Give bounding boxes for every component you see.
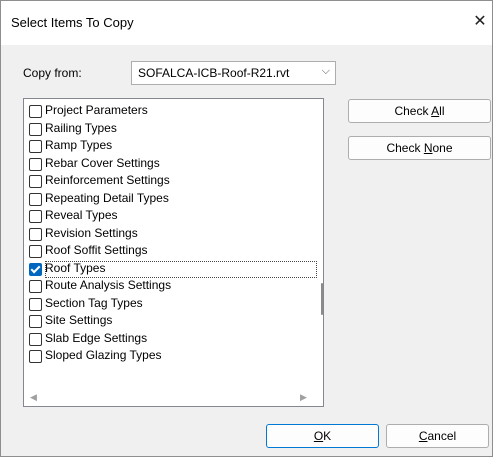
list-item-label: Sloped Glazing Types <box>45 348 162 362</box>
list-item-label: Repeating Detail Types <box>45 190 169 205</box>
list-item-label: Rebar Cover Settings <box>45 155 160 170</box>
checkbox[interactable] <box>29 315 42 328</box>
checkbox[interactable] <box>29 350 42 363</box>
check-none-label: Check None <box>386 141 452 155</box>
ok-label: OK <box>314 429 331 443</box>
copy-from-value: SOFALCA-ICB-Roof-R21.rvt <box>138 66 290 80</box>
check-all-label-post: ll <box>439 104 445 118</box>
list-item-label: Slab Edge Settings <box>45 330 148 345</box>
check-all-label: Check All <box>394 104 444 118</box>
chevron-down-icon[interactable]: ⌵ <box>322 65 330 78</box>
list-item[interactable]: Route Analysis Settings <box>28 277 309 295</box>
list-item-label: Roof Soffit Settings <box>45 243 148 257</box>
cancel-label-post: ancel <box>427 429 457 443</box>
list-item-label: Project Parameters <box>45 103 148 117</box>
check-none-label-post: one <box>432 141 453 155</box>
list-item-label: Route Analysis Settings <box>45 278 172 292</box>
scroll-right-icon[interactable]: ▶ <box>300 392 307 403</box>
checkbox[interactable] <box>29 227 42 241</box>
check-none-label-pre: Check <box>386 141 424 155</box>
list-item[interactable]: Ramp Types <box>28 137 309 155</box>
checkbox-checked[interactable] <box>29 262 42 276</box>
list-item-label: Roof Types <box>45 260 106 275</box>
list-item[interactable]: Rebar Cover Settings <box>28 155 309 173</box>
ok-accel: O <box>313 429 324 443</box>
list-item-label: Railing Types <box>45 120 117 135</box>
dialog-title: Select Items To Copy <box>11 15 134 30</box>
close-icon[interactable]: ✕ <box>470 7 490 37</box>
list-item-label: Site Settings <box>45 313 113 327</box>
check-none-accel: N <box>423 141 433 155</box>
check-none-button[interactable]: Check None <box>348 136 491 160</box>
list-item-label: Ramp Types <box>45 138 113 152</box>
list-item[interactable]: Repeating Detail Types <box>28 190 309 208</box>
copy-from-dropdown[interactable]: SOFALCA-ICB-Roof-R21.rvt ⌵ <box>131 61 336 85</box>
cancel-label: Cancel <box>419 429 456 443</box>
items-container: Project Parameters Railing Types Ramp Type… <box>28 102 317 365</box>
cancel-button[interactable]: Cancel <box>386 424 489 448</box>
checkbox[interactable] <box>29 122 42 136</box>
list-item-label: Reveal Types <box>45 208 118 222</box>
items-checklist[interactable]: Project Parameters Railing Types Ramp Type… <box>23 98 324 407</box>
list-item[interactable]: Roof Soffit Settings <box>28 242 309 260</box>
checkbox[interactable] <box>29 297 42 311</box>
scroll-left-icon[interactable]: ◀ <box>30 392 37 403</box>
checkbox[interactable] <box>29 332 42 346</box>
check-all-button[interactable]: Check All <box>348 99 491 123</box>
list-item[interactable]: Railing Types <box>28 120 309 138</box>
check-all-accel: A <box>431 104 440 118</box>
ok-button[interactable]: OK <box>266 424 379 448</box>
ok-label-post: K <box>323 429 332 443</box>
list-item[interactable]: Section Tag Types <box>28 295 309 313</box>
list-item-label: Section Tag Types <box>45 295 143 310</box>
checkbox[interactable] <box>29 175 42 188</box>
checkbox[interactable] <box>29 280 42 293</box>
check-all-label-pre: Check <box>394 104 432 118</box>
list-item-label: Revision Settings <box>45 225 138 240</box>
select-items-dialog: Select Items To Copy ✕ Copy from: SOFALC… <box>0 0 493 457</box>
list-item[interactable]: Roof Types <box>28 260 317 277</box>
list-item[interactable]: Slab Edge Settings <box>28 330 309 348</box>
list-item[interactable]: Revision Settings <box>28 225 309 243</box>
list-item[interactable]: Reinforcement Settings <box>28 172 309 190</box>
checkbox[interactable] <box>29 210 42 223</box>
checkbox[interactable] <box>29 157 42 171</box>
checkbox[interactable] <box>29 192 42 206</box>
vertical-scrollbar-thumb[interactable] <box>321 283 323 315</box>
checkbox[interactable] <box>29 245 42 258</box>
list-item[interactable]: Reveal Types <box>28 207 309 225</box>
list-item[interactable]: Site Settings <box>28 312 309 330</box>
checkbox[interactable] <box>29 105 42 118</box>
title-bar: Select Items To Copy ✕ <box>1 1 492 45</box>
list-item[interactable]: Sloped Glazing Types <box>28 347 309 365</box>
list-item[interactable]: Project Parameters <box>28 102 309 120</box>
horizontal-scrollbar[interactable]: ◀ ▶ <box>24 390 323 406</box>
list-item-label: Reinforcement Settings <box>45 173 170 187</box>
copy-from-label: Copy from: <box>23 66 82 80</box>
checkbox[interactable] <box>29 140 42 153</box>
